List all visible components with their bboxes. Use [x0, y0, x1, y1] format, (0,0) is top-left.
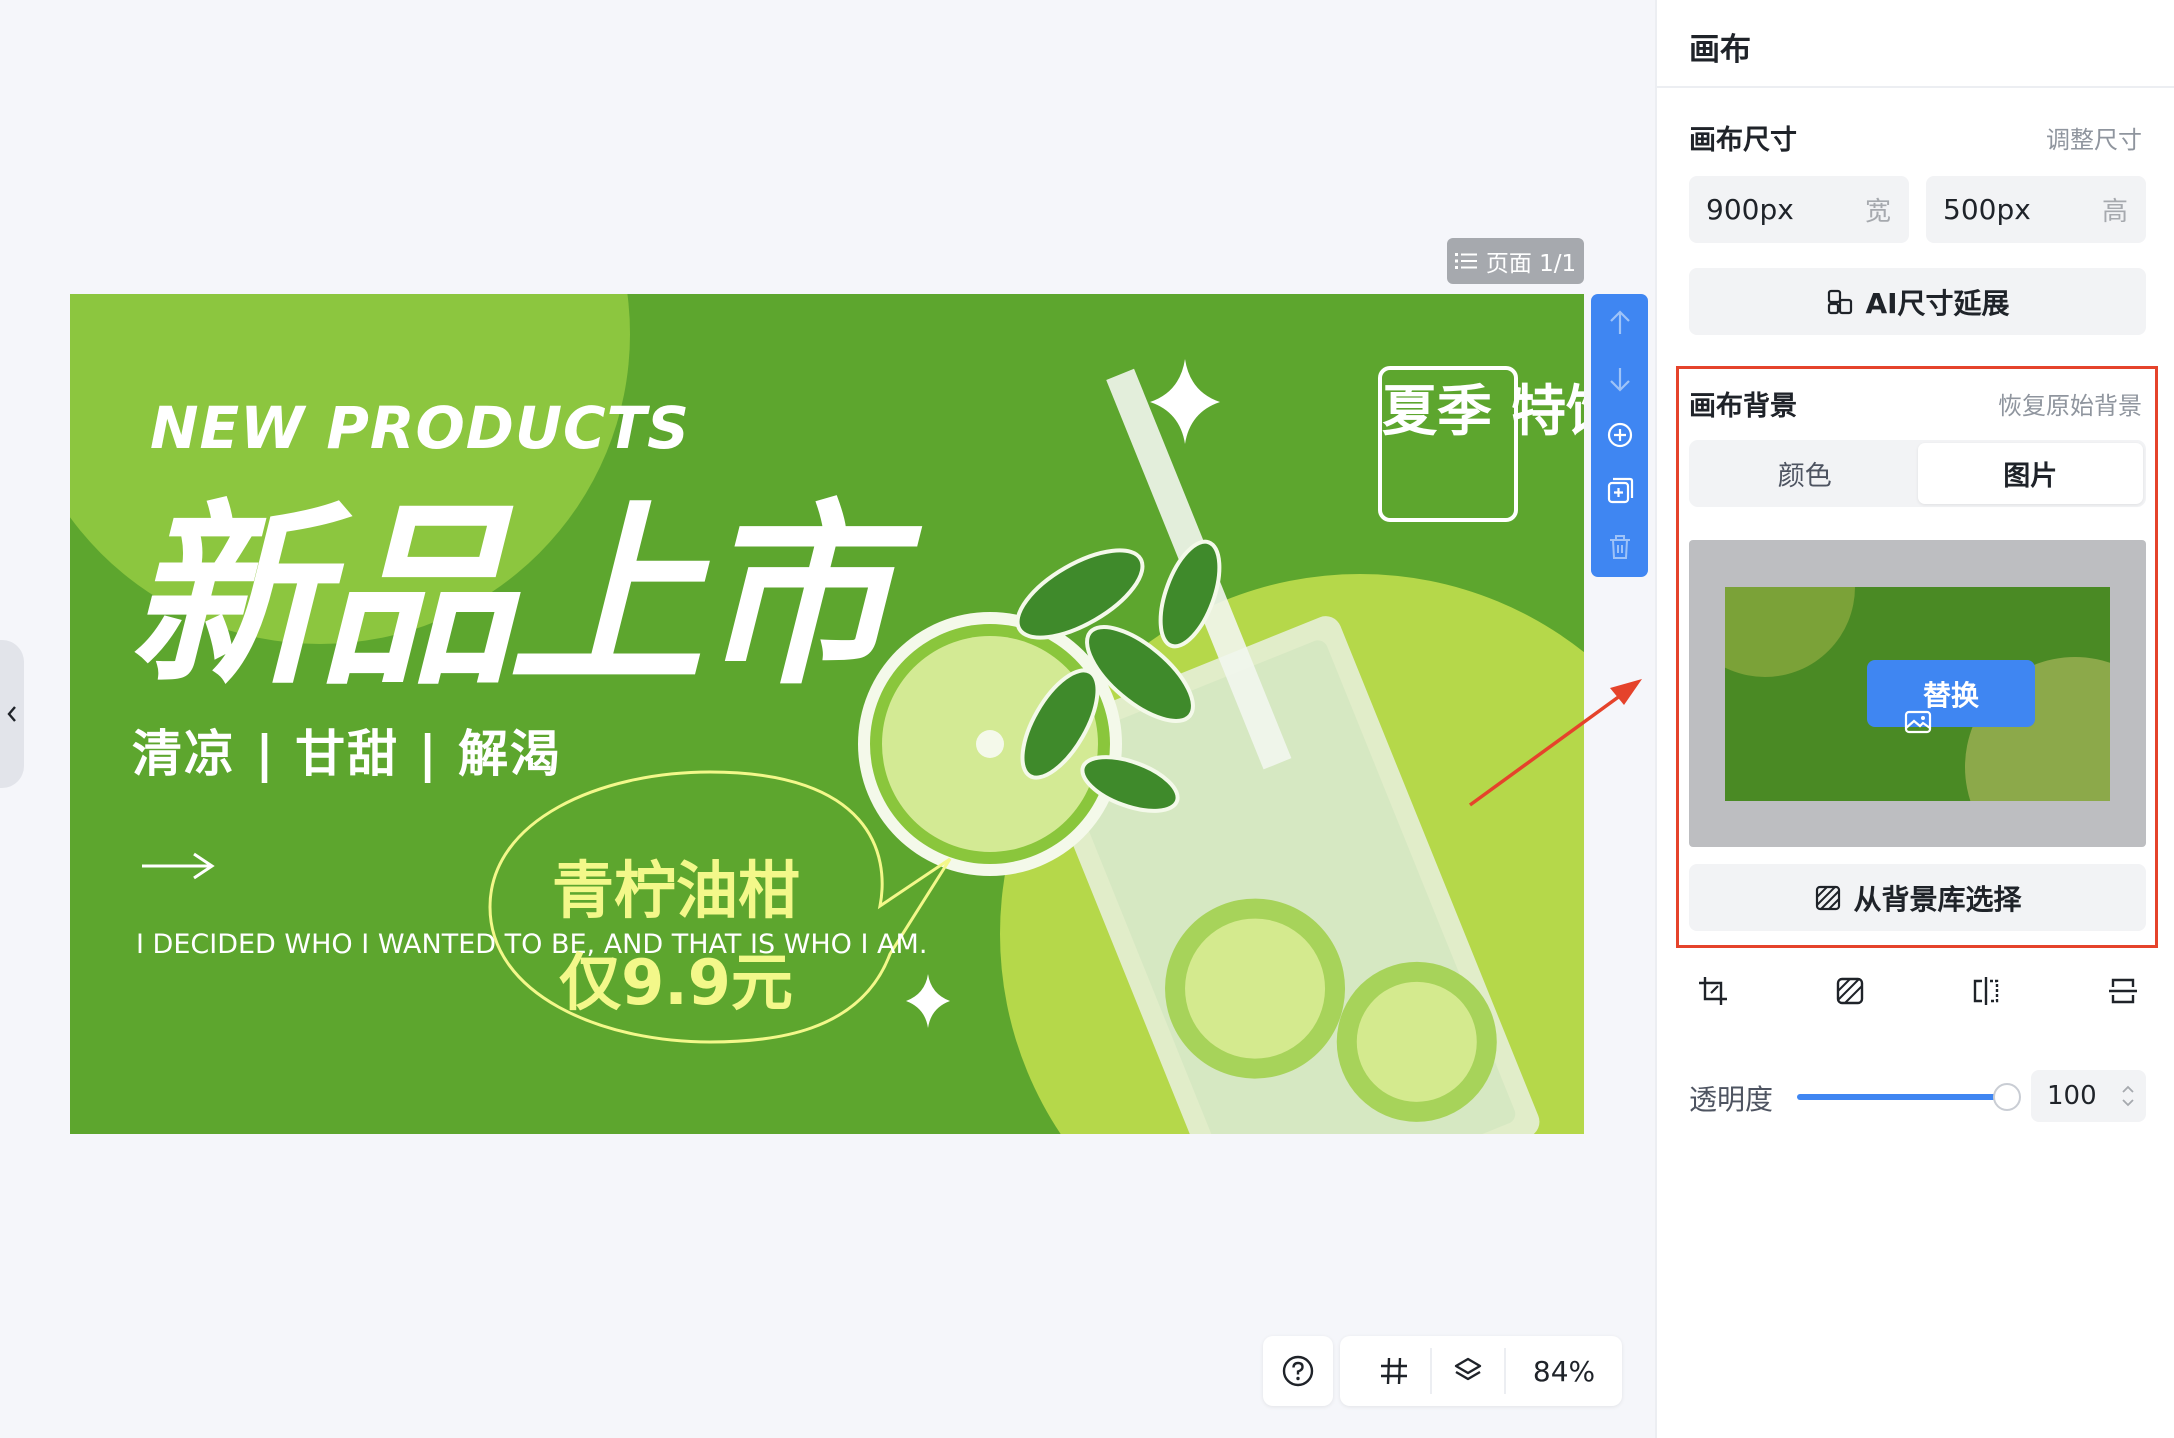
height-unit: 高	[2101, 197, 2128, 227]
background-library-button[interactable]: 从背景库选择	[1689, 864, 2146, 931]
image-tools	[1681, 966, 2155, 1016]
add-page-button[interactable]	[1603, 418, 1637, 452]
image-replace-icon	[1904, 710, 1932, 734]
canvas-view-tools: 84%	[1340, 1336, 1622, 1406]
layers-button[interactable]	[1432, 1348, 1506, 1394]
plus-circle-icon	[1607, 422, 1632, 448]
page-indicator[interactable]: 页面 1/1	[1447, 238, 1584, 284]
replace-background-button[interactable]: 替换	[1867, 660, 2035, 734]
poster-headline-zh[interactable]: 新品上市	[128, 500, 894, 696]
filter-button[interactable]	[1818, 966, 1882, 1016]
layers-icon	[1454, 1357, 1482, 1381]
height-value: 500px	[1943, 193, 2031, 226]
poster-bubble-line2[interactable]: 仅9.9元	[546, 932, 806, 1022]
stepper-icon[interactable]	[2120, 1081, 2136, 1111]
flip-horizontal-icon	[1974, 977, 1999, 1005]
poster-quote[interactable]: I DECIDED WHO I WANTED TO BE, AND THAT I…	[136, 924, 927, 965]
crop-button[interactable]	[1681, 966, 1745, 1016]
width-unit: 宽	[1864, 197, 1891, 227]
grid-icon	[1381, 1357, 1407, 1385]
ai-resize-label: AI尺寸延展	[1865, 286, 2010, 320]
flip-vertical-button[interactable]	[2091, 966, 2155, 1016]
help-icon	[1282, 1355, 1314, 1387]
texture-icon	[1816, 885, 1841, 910]
background-library-label: 从背景库选择	[1853, 882, 2022, 916]
move-down-button[interactable]	[1603, 362, 1637, 396]
poster-bubble-line1[interactable]: 青柠油柑	[546, 840, 806, 930]
move-up-button[interactable]	[1603, 306, 1637, 340]
width-field[interactable]: 900px 宽	[1689, 176, 1909, 243]
collapse-left-panel-button[interactable]	[0, 640, 24, 788]
background-preview: 替换	[1689, 540, 2146, 847]
canvas-properties-panel: 画布 画布尺寸 调整尺寸 900px 宽 500px 高 AI尺寸延展 画布背景…	[1655, 0, 2174, 1438]
opacity-value: 100	[2047, 1081, 2097, 1111]
tab-image[interactable]: 图片	[1917, 443, 2143, 504]
flip-horizontal-button[interactable]	[1954, 966, 2018, 1016]
grid-toggle-button[interactable]	[1358, 1348, 1432, 1394]
duplicate-page-button[interactable]	[1603, 474, 1637, 508]
duplicate-icon	[1607, 477, 1633, 504]
filter-icon	[1836, 977, 1863, 1005]
trash-icon	[1609, 535, 1630, 559]
ai-resize-button[interactable]: AI尺寸延展	[1689, 268, 2146, 335]
tab-color[interactable]: 颜色	[1692, 443, 1918, 504]
list-icon	[1454, 253, 1477, 269]
poster-summer-badge[interactable]: 夏季 特饮	[1378, 366, 1584, 522]
page-indicator-label: 页面 1/1	[1485, 251, 1577, 277]
canvas-poster[interactable]: NEW PRODUCTS 新品上市 清凉 | 甘甜 | 解渴 I DECIDED…	[70, 294, 1584, 1134]
arrow-down-icon	[1609, 368, 1630, 392]
poster-subtitle[interactable]: 清凉 | 甘甜 | 解渴	[132, 714, 562, 786]
ai-expand-icon	[1828, 289, 1853, 314]
height-field[interactable]: 500px 高	[1926, 176, 2146, 243]
opacity-slider-handle[interactable]	[1993, 1083, 2021, 1111]
zoom-level[interactable]: 84%	[1506, 1355, 1622, 1388]
background-type-tabs: 颜色 图片	[1689, 440, 2146, 507]
chevron-left-icon	[7, 706, 16, 722]
panel-divider	[1657, 86, 2174, 88]
opacity-slider[interactable]	[1797, 1083, 2021, 1111]
arrow-up-icon	[1609, 310, 1630, 334]
opacity-input[interactable]: 100	[2031, 1070, 2146, 1122]
opacity-label: 透明度	[1689, 1083, 1774, 1116]
crop-icon	[1699, 977, 1727, 1005]
restore-background-link[interactable]: 恢复原始背景	[1998, 386, 2142, 421]
canvas-background-label: 画布背景	[1689, 391, 1797, 422]
panel-title: 画布	[1689, 32, 1751, 68]
delete-page-button[interactable]	[1603, 530, 1637, 564]
page-toolbar	[1591, 294, 1648, 577]
flip-vertical-icon	[2108, 978, 2137, 1004]
opacity-slider-track	[1797, 1094, 2007, 1100]
width-value: 900px	[1706, 193, 1794, 226]
canvas-size-label: 画布尺寸	[1689, 125, 1797, 156]
adjust-size-link[interactable]: 调整尺寸	[2046, 120, 2142, 155]
poster-headline-en[interactable]: NEW PRODUCTS	[150, 394, 690, 462]
help-button[interactable]	[1263, 1336, 1333, 1406]
